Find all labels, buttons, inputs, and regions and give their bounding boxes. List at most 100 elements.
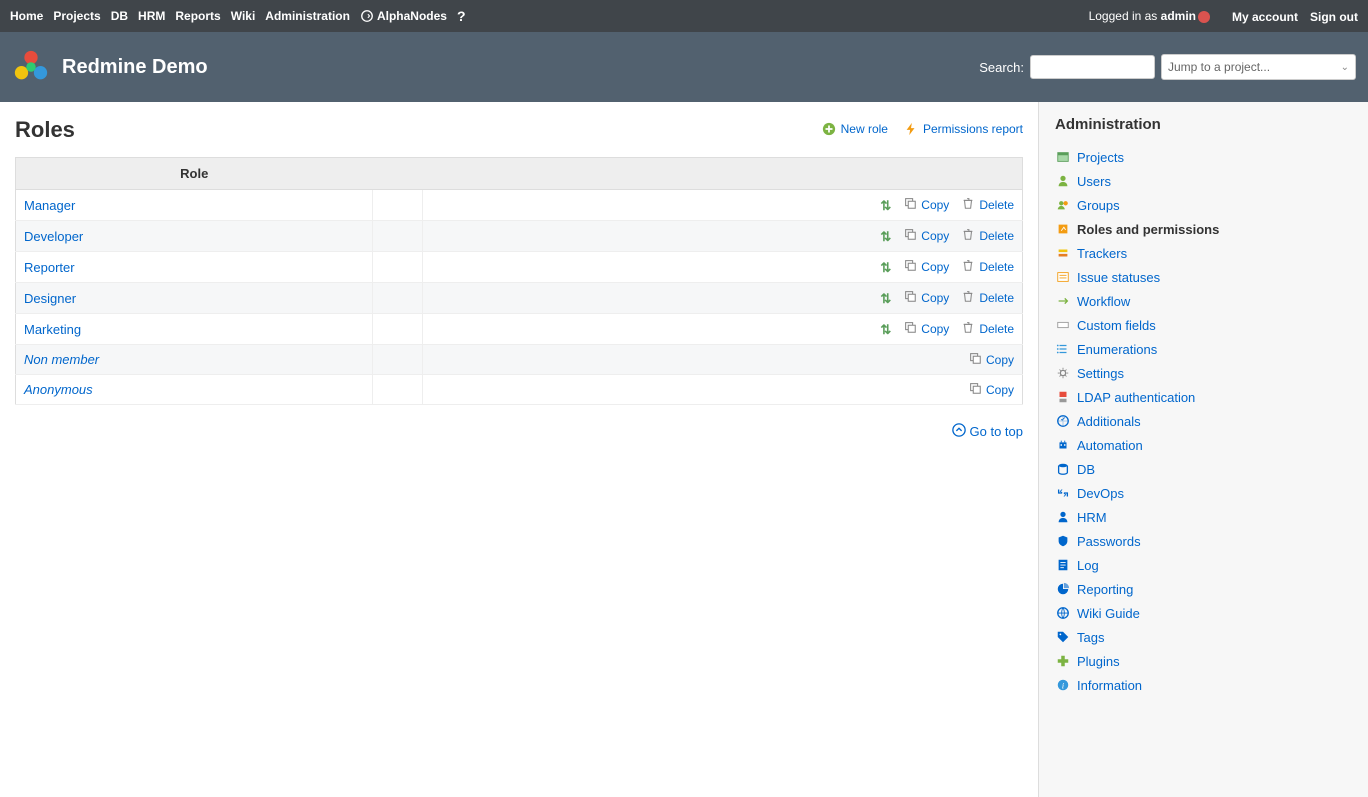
devops-icon (1055, 485, 1071, 501)
admin-sidebar: Administration Projects Users Groups Roles … (1038, 102, 1368, 797)
sidebar-link[interactable]: Additionals (1055, 413, 1352, 429)
copy-button[interactable]: Copy (903, 227, 949, 244)
top-nav-my-account[interactable]: My account (1232, 10, 1298, 24)
app-title: Redmine Demo (62, 56, 208, 79)
sidebar-item-users: Users (1055, 169, 1352, 193)
top-nav-sign-out[interactable]: Sign out (1310, 10, 1358, 24)
top-menu-left: Home Projects DB HRM Reports Wiki Administrati… (10, 8, 466, 24)
power-icon[interactable] (1198, 11, 1210, 23)
sidebar-item-information: iInformation (1055, 673, 1352, 697)
copy-icon (968, 351, 982, 368)
sidebar-link[interactable]: Users (1055, 173, 1352, 189)
ldap-icon (1055, 389, 1071, 405)
sidebar-item-wiki-guide: Wiki Guide (1055, 601, 1352, 625)
copy-button[interactable]: Copy (903, 258, 949, 275)
sidebar-link[interactable]: Wiki Guide (1055, 605, 1352, 621)
copy-button[interactable]: Copy (903, 320, 949, 337)
sidebar-link[interactable]: Log (1055, 557, 1352, 573)
sidebar-link[interactable]: LDAP authentication (1055, 389, 1352, 405)
trash-icon (961, 289, 975, 306)
sidebar-link[interactable]: Passwords (1055, 533, 1352, 549)
top-menu: Home Projects DB HRM Reports Wiki Administrati… (0, 0, 1368, 32)
sidebar-link[interactable]: DevOps (1055, 485, 1352, 501)
copy-button[interactable]: Copy (903, 289, 949, 306)
top-nav-wiki[interactable]: Wiki (231, 9, 256, 23)
tags-icon (1055, 629, 1071, 645)
sidebar-link[interactable]: Roles and permissions (1055, 221, 1352, 237)
sidebar-link[interactable]: DB (1055, 461, 1352, 477)
copy-icon (903, 258, 917, 275)
sidebar-title: Administration (1055, 116, 1352, 133)
sidebar-link[interactable]: Trackers (1055, 245, 1352, 261)
copy-button[interactable]: Copy (968, 351, 1014, 368)
delete-button[interactable]: Delete (961, 227, 1014, 244)
sidebar-link[interactable]: Projects (1055, 149, 1352, 165)
sidebar-link[interactable]: Custom fields (1055, 317, 1352, 333)
go-to-top-link[interactable]: Go to top (952, 423, 1023, 440)
role-link[interactable]: Non member (24, 352, 99, 367)
role-link[interactable]: Reporter (24, 260, 75, 275)
chevron-down-icon: ⌄ (1341, 62, 1349, 73)
workflow-icon (1055, 293, 1071, 309)
fields-icon (1055, 317, 1071, 333)
enum-icon (1055, 341, 1071, 357)
sidebar-link[interactable]: Settings (1055, 365, 1352, 381)
top-nav-home[interactable]: Home (10, 9, 43, 23)
copy-icon (903, 196, 917, 213)
sidebar-link[interactable]: Reporting (1055, 581, 1352, 597)
reorder-handle-icon[interactable]: ⇅ (880, 229, 891, 244)
top-nav-hrm[interactable]: HRM (138, 9, 165, 23)
table-row: Manager ⇅ Copy Delete (16, 190, 1023, 221)
role-link[interactable]: Marketing (24, 322, 81, 337)
logged-in-label: Logged in as admin (1089, 9, 1210, 23)
role-link[interactable]: Anonymous (24, 382, 93, 397)
sidebar-link[interactable]: iInformation (1055, 677, 1352, 693)
reorder-handle-icon[interactable]: ⇅ (880, 291, 891, 306)
top-nav-alphanodes[interactable]: AlphaNodes (360, 9, 447, 23)
sidebar-link[interactable]: Automation (1055, 437, 1352, 453)
role-link[interactable]: Developer (24, 229, 83, 244)
sidebar-link[interactable]: Enumerations (1055, 341, 1352, 357)
new-role-link[interactable]: New role (821, 121, 888, 137)
role-link[interactable]: Designer (24, 291, 76, 306)
trash-icon (961, 320, 975, 337)
copy-button[interactable]: Copy (968, 381, 1014, 398)
delete-button[interactable]: Delete (961, 320, 1014, 337)
delete-button[interactable]: Delete (961, 258, 1014, 275)
search-label: Search: (979, 60, 1024, 75)
reorder-handle-icon[interactable]: ⇅ (880, 198, 891, 213)
top-nav-administration[interactable]: Administration (265, 9, 350, 23)
sidebar-link[interactable]: Plugins (1055, 653, 1352, 669)
delete-button[interactable]: Delete (961, 289, 1014, 306)
help-icon[interactable]: ? (457, 8, 466, 24)
role-link[interactable]: Manager (24, 198, 75, 213)
db-icon (1055, 461, 1071, 477)
permissions-report-link[interactable]: Permissions report (903, 121, 1023, 137)
sidebar-link[interactable]: Tags (1055, 629, 1352, 645)
project-jump-dropdown[interactable]: Jump to a project... ⌄ (1161, 54, 1356, 80)
main-content: New role Permissions report Roles Role M… (0, 102, 1038, 797)
automation-icon (1055, 437, 1071, 453)
reorder-handle-icon[interactable]: ⇅ (880, 322, 891, 337)
sidebar-link[interactable]: Issue statuses (1055, 269, 1352, 285)
sidebar-link[interactable]: Workflow (1055, 293, 1352, 309)
sidebar-item-db: DB (1055, 457, 1352, 481)
copy-button[interactable]: Copy (903, 196, 949, 213)
sidebar-item-enumerations: Enumerations (1055, 337, 1352, 361)
top-nav-projects[interactable]: Projects (53, 9, 100, 23)
log-icon (1055, 557, 1071, 573)
projects-icon (1055, 149, 1071, 165)
top-nav-db[interactable]: DB (111, 9, 128, 23)
top-nav-reports[interactable]: Reports (175, 9, 220, 23)
sidebar-link[interactable]: Groups (1055, 197, 1352, 213)
delete-button[interactable]: Delete (961, 196, 1014, 213)
sidebar-item-issue-statuses: Issue statuses (1055, 265, 1352, 289)
lightning-icon (903, 121, 919, 137)
trash-icon (961, 196, 975, 213)
search-input[interactable] (1030, 55, 1155, 79)
info-icon: i (1055, 677, 1071, 693)
sidebar-link[interactable]: HRM (1055, 509, 1352, 525)
sidebar-item-hrm: HRM (1055, 505, 1352, 529)
wiki-icon (1055, 605, 1071, 621)
reorder-handle-icon[interactable]: ⇅ (880, 260, 891, 275)
